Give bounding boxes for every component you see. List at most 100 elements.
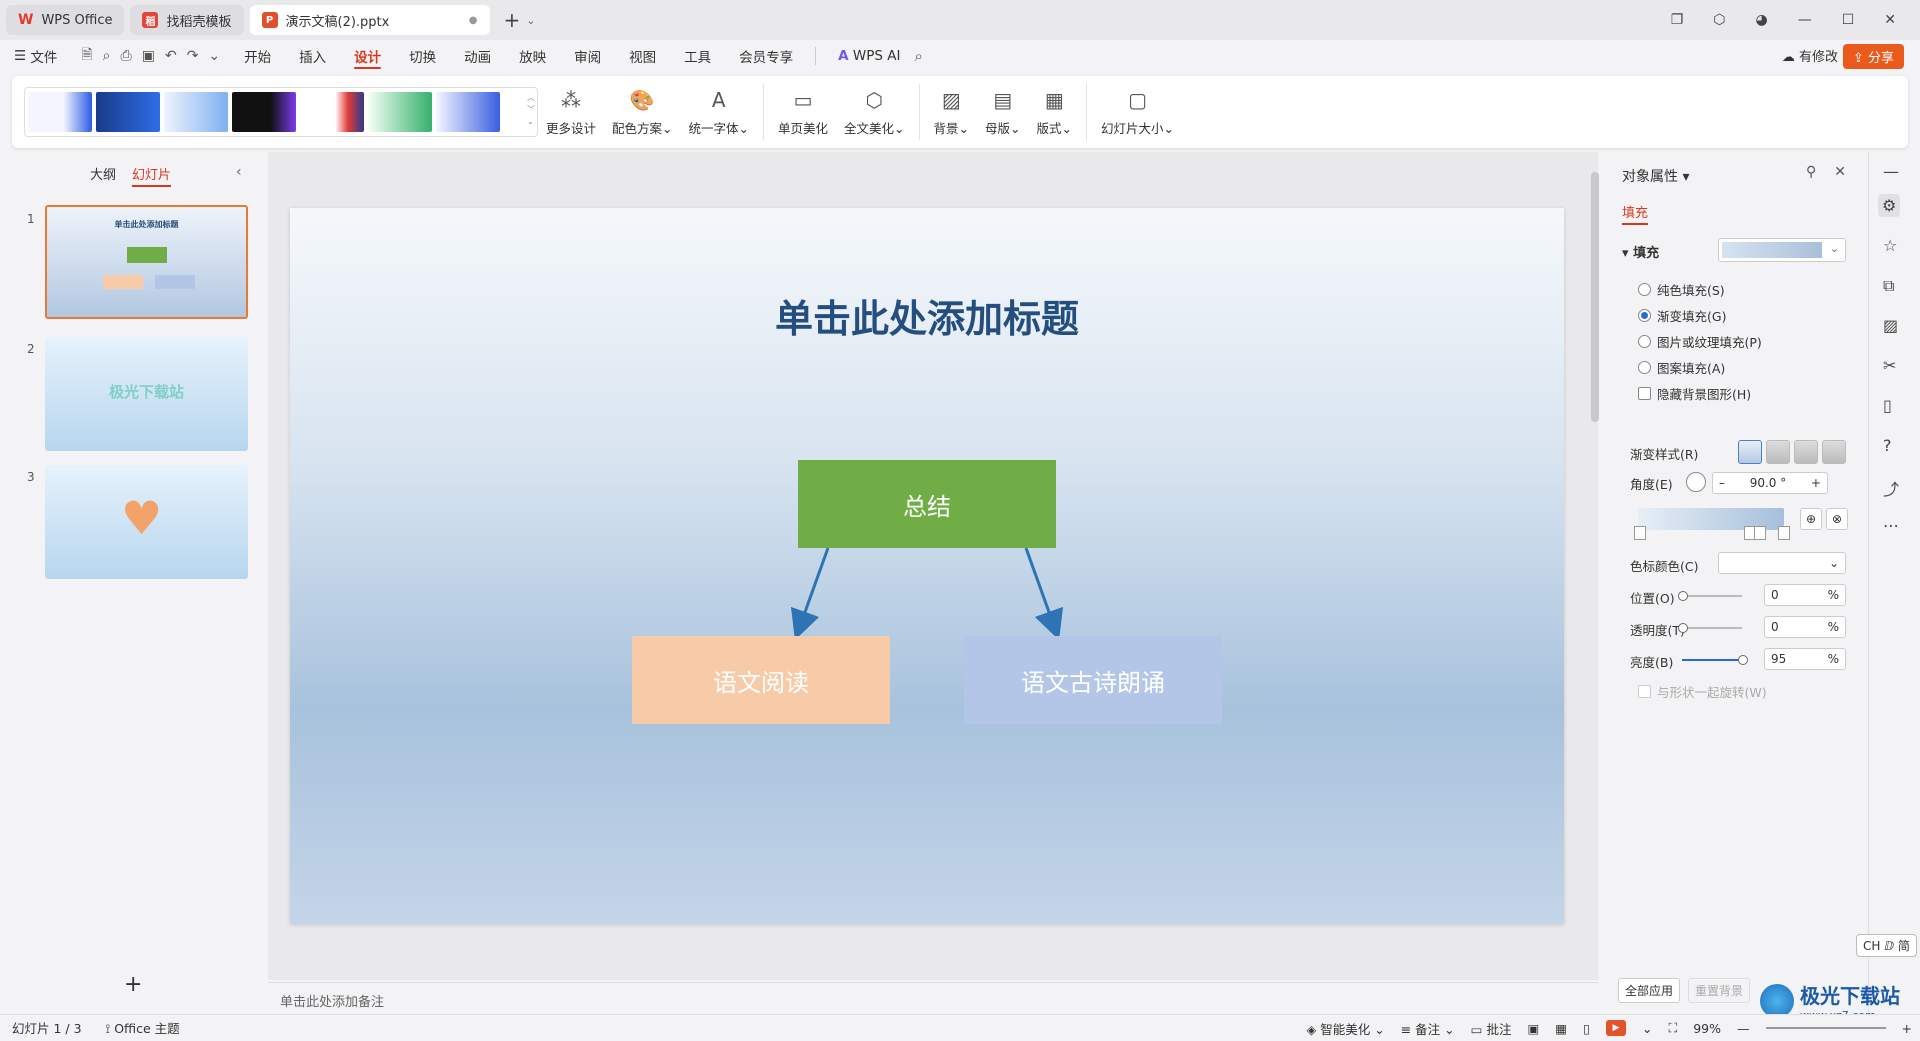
- close-icon[interactable]: ✕: [1884, 12, 1896, 28]
- option-solid-fill[interactable]: 纯色填充(S): [1638, 280, 1725, 299]
- slide-thumb-2[interactable]: 极光下载站: [45, 337, 248, 451]
- template-thumb[interactable]: [232, 92, 296, 132]
- angle-stepper[interactable]: – 90.0 ° +: [1712, 472, 1828, 494]
- tab-template[interactable]: 稻 找稻壳模板: [130, 5, 244, 35]
- theme-button[interactable]: ⟟ Office 主题: [82, 1018, 180, 1037]
- apply-all-button[interactable]: 全部应用: [1618, 978, 1681, 1003]
- maximize-icon[interactable]: ☐: [1842, 12, 1855, 28]
- redo-icon[interactable]: ↷: [187, 48, 199, 64]
- save-icon[interactable]: 🗎: [81, 44, 92, 68]
- rotate-with-shape-checkbox[interactable]: 与形状一起旋转(W): [1638, 682, 1767, 701]
- minus-icon[interactable]: –: [1719, 476, 1725, 490]
- zoom-out-icon[interactable]: —: [1737, 1021, 1750, 1036]
- hide-background-checkbox[interactable]: 隐藏背景图形(H): [1638, 384, 1751, 403]
- add-slide-icon[interactable]: +: [124, 972, 142, 997]
- gradient-style-linear[interactable]: [1738, 440, 1762, 464]
- brightness-slider[interactable]: [1682, 659, 1742, 661]
- image-edit-icon[interactable]: ▨: [1883, 316, 1898, 335]
- slide-size-button[interactable]: ▢ 幻灯片大小⌄: [1093, 82, 1182, 142]
- full-beautify-button[interactable]: ⬡ 全文美化⌄: [836, 82, 913, 142]
- box-summary[interactable]: 总结: [798, 460, 1056, 548]
- gradient-style-radial[interactable]: [1766, 440, 1790, 464]
- restore-tabs-icon[interactable]: ❐: [1671, 12, 1684, 28]
- unify-font-button[interactable]: A 统一字体⌄: [681, 82, 758, 142]
- gallery-scroll-icon[interactable]: ︿ ﹀ ⌄: [527, 92, 535, 128]
- slider-knob[interactable]: [1738, 655, 1748, 665]
- option-picture-fill[interactable]: 图片或纹理填充(P): [1638, 332, 1762, 351]
- template-thumb[interactable]: [300, 92, 364, 132]
- menu-vip[interactable]: 会员专享: [725, 40, 807, 72]
- template-thumb[interactable]: [164, 92, 228, 132]
- gradient-stop[interactable]: [1778, 526, 1790, 540]
- file-menu[interactable]: ☰ 文件: [0, 40, 71, 72]
- angle-dial-icon[interactable]: [1686, 472, 1706, 492]
- background-button[interactable]: ▨ 背景⌄: [926, 82, 978, 142]
- notes-button[interactable]: ≡ 备注 ⌄: [1401, 1019, 1455, 1038]
- tools-icon[interactable]: ✂: [1883, 356, 1896, 375]
- brightness-field[interactable]: 95%: [1764, 648, 1846, 670]
- tab-outline[interactable]: 大纲: [90, 164, 116, 187]
- menu-slideshow[interactable]: 放映: [505, 40, 560, 72]
- modify-status[interactable]: ☁ 有修改: [1782, 46, 1838, 65]
- zoom-in-icon[interactable]: +: [1902, 1021, 1912, 1036]
- pane-title[interactable]: 对象属性 ▾: [1622, 166, 1689, 186]
- zoom-value[interactable]: 99%: [1693, 1021, 1721, 1036]
- position-field[interactable]: 0%: [1764, 584, 1846, 606]
- gradient-style-rect[interactable]: [1794, 440, 1818, 464]
- option-gradient-fill[interactable]: 渐变填充(G): [1638, 306, 1726, 325]
- menu-home[interactable]: 开始: [230, 40, 285, 72]
- tab-fill[interactable]: 填充: [1622, 202, 1649, 225]
- option-pattern-fill[interactable]: 图案填充(A): [1638, 358, 1725, 377]
- slider-knob[interactable]: [1678, 591, 1688, 601]
- vertical-scrollbar[interactable]: [1591, 172, 1599, 422]
- transparency-slider[interactable]: [1682, 627, 1742, 629]
- book-icon[interactable]: ▯: [1883, 396, 1892, 415]
- tab-presentation[interactable]: P 演示文稿(2).pptx ●: [249, 5, 490, 35]
- minimize-icon[interactable]: —: [1798, 12, 1812, 28]
- transparency-field[interactable]: 0%: [1764, 616, 1846, 638]
- menu-animation[interactable]: 动画: [450, 40, 505, 72]
- menu-insert[interactable]: 插入: [285, 40, 340, 72]
- collapse-pane-icon[interactable]: ‹: [236, 164, 242, 180]
- find-icon[interactable]: ⌕: [103, 48, 111, 64]
- gradient-stop[interactable]: [1634, 526, 1646, 540]
- template-thumb[interactable]: [28, 92, 92, 132]
- smart-beautify-button[interactable]: ◈ 智能美化 ⌄: [1307, 1019, 1385, 1038]
- gradient-style-path[interactable]: [1822, 440, 1846, 464]
- template-thumb[interactable]: [436, 92, 500, 132]
- slide-thumb-1[interactable]: 单击此处添加标题: [45, 205, 248, 319]
- unsaved-dot-icon[interactable]: ●: [469, 15, 478, 26]
- print-preview-icon[interactable]: ▣: [142, 48, 155, 64]
- add-stop-icon[interactable]: ⊕: [1800, 508, 1822, 530]
- slider-knob[interactable]: [1678, 623, 1688, 633]
- more-icon[interactable]: ⋯: [1883, 516, 1899, 535]
- tab-wps-office[interactable]: W WPS Office: [6, 5, 125, 35]
- collapse-icon[interactable]: —: [1883, 162, 1899, 181]
- close-icon[interactable]: ✕: [1834, 164, 1846, 180]
- play-icon[interactable]: ▶: [1605, 1020, 1626, 1036]
- copy-icon[interactable]: ⧉: [1883, 276, 1894, 296]
- new-tab-icon[interactable]: +: [504, 8, 521, 32]
- arrow-right[interactable]: [1024, 547, 1064, 641]
- more-icon[interactable]: ⌄: [208, 48, 220, 64]
- fill-section-header[interactable]: ▾ 填充: [1622, 242, 1659, 261]
- fill-color-dropdown[interactable]: ⌄: [1718, 238, 1846, 262]
- properties-icon[interactable]: ⚙: [1878, 194, 1901, 217]
- fit-window-icon[interactable]: ⛶: [1668, 1020, 1677, 1036]
- layout-button[interactable]: ▦ 版式⌄: [1029, 82, 1081, 142]
- share-button[interactable]: ⇪ 分享: [1842, 44, 1904, 69]
- stop-color-dropdown[interactable]: ⌄: [1718, 552, 1846, 574]
- notes-area[interactable]: 单击此处添加备注: [268, 982, 1598, 1014]
- box-poetry[interactable]: 语文古诗朗诵: [964, 636, 1222, 724]
- master-button[interactable]: ▤ 母版⌄: [977, 82, 1029, 142]
- search-icon[interactable]: ⌕: [914, 47, 922, 65]
- slide-canvas[interactable]: 单击此处添加标题 总结 语文阅读 语文古诗朗诵: [290, 208, 1564, 924]
- pin-icon[interactable]: ⚲: [1806, 164, 1816, 180]
- sorter-view-icon[interactable]: ▦: [1555, 1021, 1567, 1036]
- reading-view-icon[interactable]: ▯: [1583, 1021, 1590, 1036]
- reset-background-button[interactable]: 重置背景: [1688, 978, 1751, 1003]
- page-beautify-button[interactable]: ▭ 单页美化: [770, 82, 836, 142]
- position-slider[interactable]: [1682, 595, 1742, 597]
- remove-stop-icon[interactable]: ⊗: [1826, 508, 1848, 530]
- star-icon[interactable]: ☆: [1883, 236, 1897, 255]
